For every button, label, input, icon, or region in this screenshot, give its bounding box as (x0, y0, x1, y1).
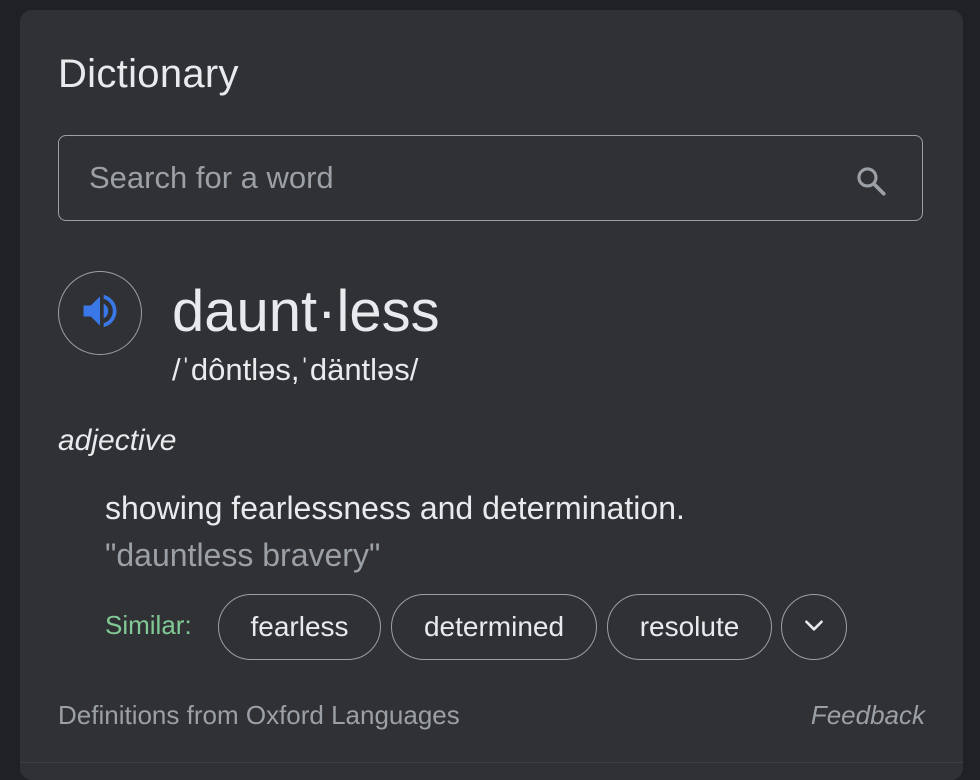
expand-similar-button[interactable] (781, 594, 847, 660)
headword: daunt·less (172, 279, 440, 344)
pronunciation-audio-button[interactable] (58, 271, 142, 355)
dictionary-card: Dictionary daunt·less /ˈdôntləs,ˈdäntləs… (20, 10, 963, 780)
card-title: Dictionary (58, 52, 239, 96)
speaker-icon (78, 289, 122, 338)
phonetic-spelling: /ˈdôntləs,ˈdäntləs/ (172, 352, 419, 387)
similar-label: Similar: (105, 610, 192, 640)
similar-chip-resolute[interactable]: resolute (607, 594, 772, 660)
part-of-speech: adjective (58, 424, 177, 457)
divider (20, 762, 963, 763)
search-input[interactable] (89, 136, 829, 220)
example-sentence: "dauntless bravery" (105, 537, 381, 573)
similar-chip-fearless[interactable]: fearless (218, 594, 381, 660)
feedback-link[interactable]: Feedback (811, 700, 925, 731)
definition-text: showing fearlessness and determination. (105, 490, 685, 526)
search-box[interactable] (58, 135, 923, 221)
source-attribution: Definitions from Oxford Languages (58, 700, 460, 730)
search-icon[interactable] (854, 164, 888, 198)
similar-chip-determined[interactable]: determined (391, 594, 597, 660)
chevron-down-icon (801, 612, 827, 643)
